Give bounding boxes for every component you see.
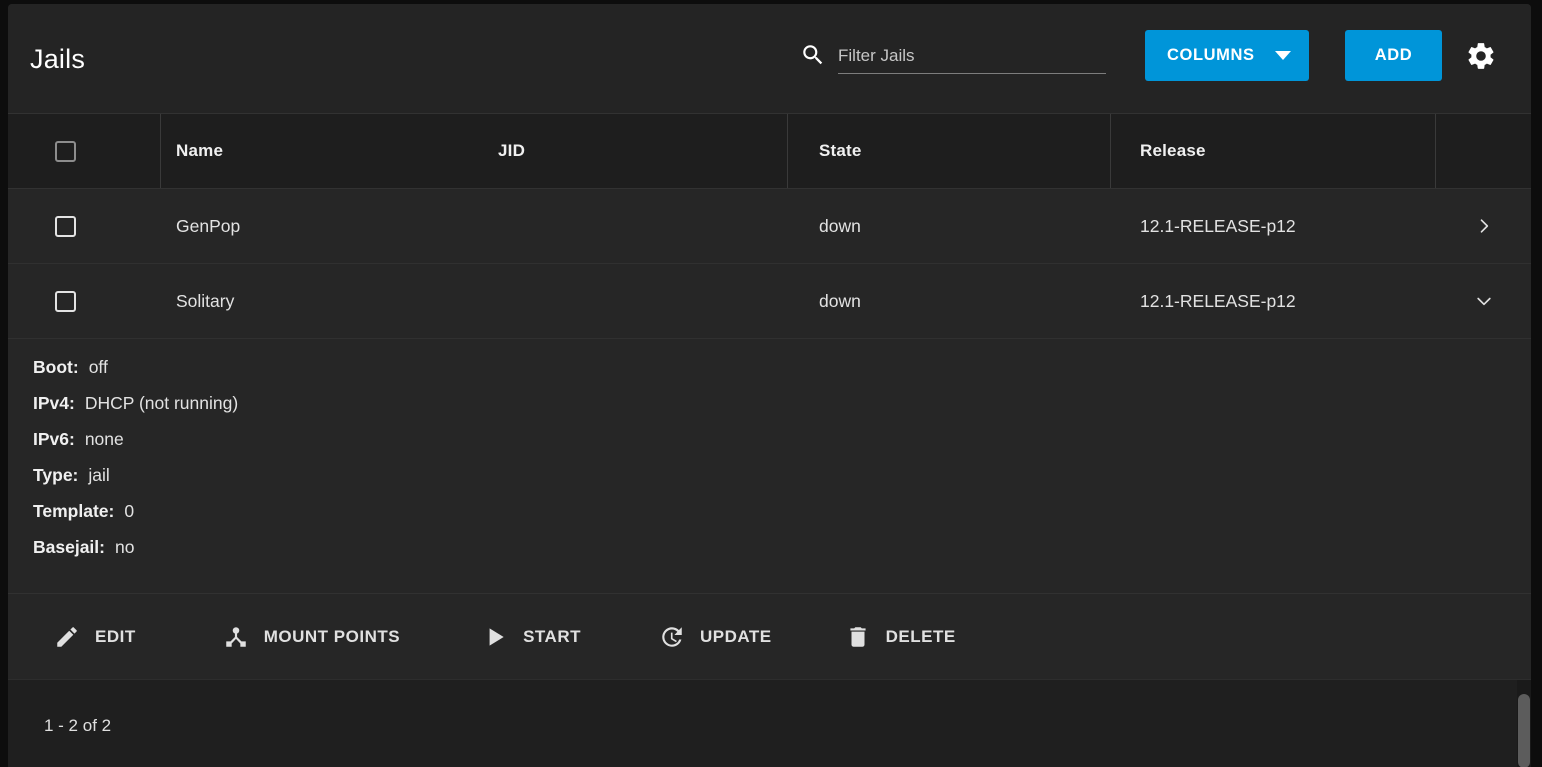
update-icon (662, 626, 682, 647)
trash-icon (850, 626, 866, 647)
header-select-all-cell (8, 114, 161, 188)
update-button-label: UPDATE (699, 626, 772, 646)
search-icon[interactable] (800, 42, 826, 68)
cell-name: Solitary (161, 264, 463, 338)
cell-jid (463, 189, 788, 263)
chevron-down-icon (1274, 51, 1291, 60)
play-icon (489, 627, 504, 646)
delete-button-label: DELETE (885, 626, 956, 646)
detail-value: jail (88, 465, 110, 485)
pagination-range: 1 - 2 of 2 (44, 716, 112, 735)
device-hub-icon (225, 626, 246, 647)
table-row[interactable]: Solitary down 12.1-RELEASE-p12 (8, 264, 1531, 339)
search-field (838, 46, 1106, 74)
header-cell-expand (1436, 114, 1531, 188)
detail-value: DHCP (not running) (84, 393, 239, 413)
detail-row: Boot: off (33, 357, 1531, 393)
cell-state: down (788, 264, 1111, 338)
chevron-right-icon (1480, 219, 1488, 233)
column-header-label: Name (176, 141, 224, 160)
toolbar: Jails COLUMNS ADD (8, 4, 1531, 113)
settings-button[interactable] (1465, 40, 1497, 72)
table-row[interactable]: GenPop down 12.1-RELEASE-p12 (8, 189, 1531, 264)
jail-release: 12.1-RELEASE-p12 (1140, 290, 1296, 311)
update-button[interactable]: UPDATE (659, 616, 772, 658)
cell-name: GenPop (161, 189, 463, 263)
vertical-scrollbar[interactable] (1517, 680, 1531, 767)
jails-table: Name JID State Release GenPop down 12.1-… (8, 113, 1531, 680)
pencil-icon (57, 626, 77, 647)
row-select-cell (8, 189, 161, 263)
detail-key: Boot: (33, 357, 79, 377)
select-all-checkbox[interactable] (55, 140, 76, 162)
columns-button-label: COLUMNS (1167, 46, 1255, 64)
detail-value: off (88, 357, 108, 377)
delete-button[interactable]: DELETE (845, 616, 956, 658)
detail-row: IPv4: DHCP (not running) (33, 393, 1531, 429)
header-cell-jid[interactable]: JID (463, 114, 788, 188)
row-expand-toggle[interactable] (1436, 189, 1531, 263)
mount-points-button-label: MOUNT POINTS (263, 626, 401, 646)
chevron-down-icon (1476, 297, 1491, 306)
page-title: Jails (30, 44, 86, 74)
gear-icon (1468, 43, 1494, 69)
header-cell-release[interactable]: Release (1111, 114, 1436, 188)
table-header-row: Name JID State Release (8, 113, 1531, 189)
scrollbar-thumb[interactable] (1518, 694, 1530, 767)
detail-key: IPv6: (33, 429, 75, 449)
header-cell-state[interactable]: State (788, 114, 1111, 188)
detail-row: Type: jail (33, 465, 1531, 501)
cell-jid (463, 264, 788, 338)
row-checkbox[interactable] (55, 215, 76, 237)
detail-row: Basejail: no (33, 537, 1531, 573)
edit-button-label: EDIT (95, 626, 136, 646)
table-footer: 1 - 2 of 2 (8, 680, 1531, 767)
header-cell-name[interactable]: Name (161, 114, 463, 188)
row-checkbox[interactable] (55, 290, 76, 312)
detail-value: no (114, 537, 135, 557)
detail-key: IPv4: (33, 393, 75, 413)
cell-release: 12.1-RELEASE-p12 (1111, 264, 1436, 338)
jail-detail-panel: Boot: off IPv4: DHCP (not running) IPv6:… (8, 339, 1531, 594)
jail-name: GenPop (176, 215, 241, 236)
jail-actions: EDIT MOUNT POINTS START UPDATE DELETE (8, 594, 1531, 680)
search-input[interactable] (838, 46, 1106, 66)
jail-name: Solitary (176, 290, 235, 311)
jail-state: down (819, 215, 861, 236)
detail-key: Basejail: (33, 537, 105, 557)
start-button[interactable]: START (482, 616, 581, 658)
jails-page: Jails COLUMNS ADD (0, 0, 1542, 767)
column-header-label: State (819, 141, 862, 160)
jails-card: Jails COLUMNS ADD (8, 4, 1531, 767)
column-header-label: Release (1140, 141, 1206, 160)
start-button-label: START (523, 626, 581, 646)
jail-state: down (819, 290, 861, 311)
detail-row: IPv6: none (33, 429, 1531, 465)
column-header-label: JID (498, 141, 526, 160)
columns-button[interactable]: COLUMNS (1145, 30, 1309, 81)
mount-points-button[interactable]: MOUNT POINTS (223, 616, 400, 658)
filter-search (800, 42, 1106, 74)
detail-key: Type: (33, 465, 79, 485)
row-select-cell (8, 264, 161, 338)
jail-release: 12.1-RELEASE-p12 (1140, 215, 1296, 236)
detail-value: 0 (124, 501, 135, 521)
edit-button[interactable]: EDIT (54, 616, 136, 658)
detail-row: Template: 0 (33, 501, 1531, 537)
add-button[interactable]: ADD (1345, 30, 1442, 81)
row-collapse-toggle[interactable] (1436, 264, 1531, 338)
detail-value: none (84, 429, 124, 449)
cell-release: 12.1-RELEASE-p12 (1111, 189, 1436, 263)
detail-key: Template: (33, 501, 115, 521)
cell-state: down (788, 189, 1111, 263)
